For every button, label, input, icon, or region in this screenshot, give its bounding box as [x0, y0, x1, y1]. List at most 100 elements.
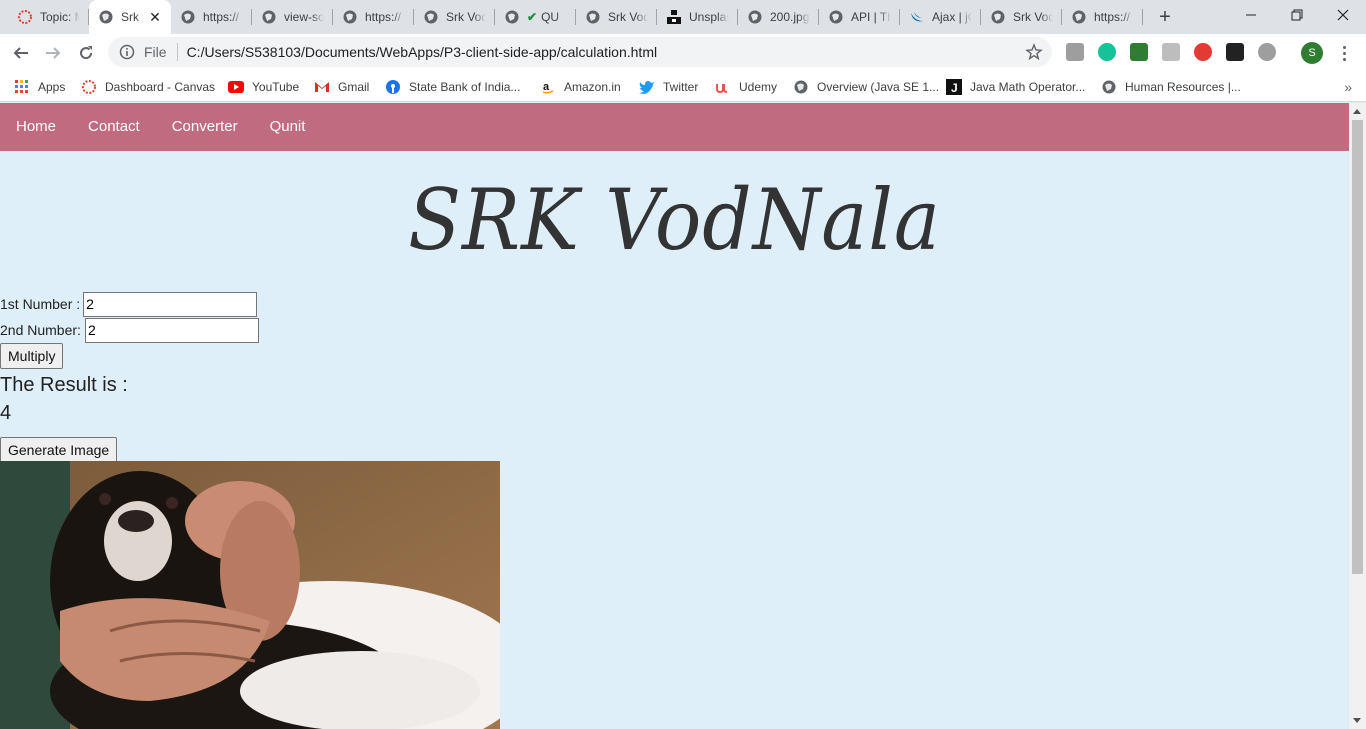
second-number-label: 2nd Number: — [0, 322, 81, 338]
page-scrollbar[interactable] — [1349, 103, 1366, 729]
url-scheme: File — [144, 44, 167, 60]
globe-icon — [585, 9, 601, 25]
tab-8[interactable]: Unsplas — [657, 0, 738, 34]
generate-image-button[interactable]: Generate Image — [0, 437, 118, 463]
bookmark-label: Gmail — [338, 80, 370, 94]
page-title: SRK VodNala — [408, 171, 941, 269]
canvas-icon — [17, 9, 33, 25]
tab-title: 200.jpg — [770, 10, 810, 24]
tab-0[interactable]: Topic: M — [8, 0, 89, 34]
tree-extension-icon[interactable] — [1130, 43, 1148, 61]
bookmark-sbi[interactable]: State Bank of India... — [385, 76, 520, 98]
bookmarks-bar: Apps Dashboard - Canvas YouTube Gmail St… — [0, 71, 1366, 102]
browser-toolbar: File C:/Users/S538103/Documents/WebApps/… — [0, 34, 1366, 71]
bookmark-label: YouTube — [252, 80, 300, 94]
scroll-up-arrow[interactable] — [1353, 109, 1361, 114]
nav-qunit[interactable]: Qunit — [254, 103, 322, 151]
profile-avatar[interactable]: S — [1301, 42, 1323, 64]
page-viewport: Home Contact Converter Qunit SRK VodNala… — [0, 103, 1349, 729]
tab-1[interactable]: Srk ✕ — [89, 0, 171, 34]
close-window-button[interactable] — [1320, 0, 1366, 30]
adblock-icon[interactable] — [1194, 43, 1212, 61]
bookmark-label: Human Resources |... — [1125, 80, 1241, 94]
tab-5[interactable]: Srk Vod — [414, 0, 495, 34]
pdf-extension-icon[interactable] — [1066, 43, 1084, 61]
bookmark-gmail[interactable]: Gmail — [314, 76, 369, 98]
minimize-button[interactable] — [1228, 0, 1274, 30]
tab-13[interactable]: https:// — [1062, 0, 1143, 34]
j-icon: J — [946, 79, 962, 95]
tab-title: QU — [541, 10, 560, 24]
globe-icon — [990, 9, 1006, 25]
nav-home[interactable]: Home — [0, 103, 72, 151]
apps-grid-icon — [14, 79, 30, 95]
tab-title: Srk — [121, 10, 139, 24]
bookmark-human-resources[interactable]: Human Resources |... — [1101, 76, 1241, 98]
bookmark-dashboard-canvas[interactable]: Dashboard - Canvas — [81, 76, 215, 98]
tab-7[interactable]: Srk Vod — [576, 0, 657, 34]
tab-title: Srk Vod — [1013, 10, 1053, 24]
globe-icon — [1071, 9, 1087, 25]
address-bar[interactable]: File C:/Users/S538103/Documents/WebApps/… — [108, 37, 1052, 67]
tab-title: Ajax | jC — [932, 10, 972, 24]
close-icon[interactable]: ✕ — [147, 9, 163, 25]
tab-6[interactable]: ✔ QU — [495, 0, 576, 34]
multiply-button[interactable]: Multiply — [0, 343, 64, 369]
bookmark-label: Apps — [38, 80, 66, 94]
tab-title: view-so — [284, 10, 324, 24]
tab-10[interactable]: API | Th — [819, 0, 900, 34]
bookmark-amazon[interactable]: a Amazon.in — [540, 76, 621, 98]
image-extension-icon[interactable] — [1162, 43, 1180, 61]
reload-button[interactable] — [72, 39, 100, 67]
tab-11[interactable]: Ajax | jC — [900, 0, 981, 34]
bookmark-label: Amazon.in — [564, 80, 621, 94]
globe-icon — [504, 9, 520, 25]
jquery-icon — [909, 9, 925, 25]
restore-button[interactable] — [1274, 0, 1320, 30]
forward-button[interactable] — [39, 39, 67, 67]
chevron-double-right-icon[interactable]: » — [1344, 79, 1352, 95]
bookmark-label: Java Math Operator... — [970, 80, 1086, 94]
info-icon — [119, 44, 135, 60]
bookmark-label: Dashboard - Canvas — [105, 80, 216, 94]
unsplash-icon — [666, 9, 682, 25]
new-tab-button[interactable]: + — [1153, 4, 1177, 30]
second-number-input[interactable] — [84, 317, 259, 343]
grammarly-icon[interactable] — [1098, 43, 1116, 61]
bookmark-java-math[interactable]: J Java Math Operator... — [946, 76, 1085, 98]
tab-title: Unsplas — [689, 10, 729, 24]
scroll-down-arrow[interactable] — [1353, 718, 1361, 723]
bookmark-label: State Bank of India... — [409, 80, 521, 94]
nav-converter[interactable]: Converter — [156, 103, 254, 151]
tab-4[interactable]: https:// — [333, 0, 414, 34]
nav-contact[interactable]: Contact — [72, 103, 156, 151]
bookmark-youtube[interactable]: YouTube — [228, 76, 299, 98]
bookmark-star-icon[interactable] — [1025, 43, 1043, 61]
kebab-menu-icon[interactable] — [1335, 42, 1353, 64]
back-button[interactable] — [7, 39, 35, 67]
tab-9[interactable]: 200.jpg — [738, 0, 819, 34]
globe-icon — [793, 79, 809, 95]
second-number-row: 2nd Number: — [0, 317, 259, 343]
tab-12[interactable]: Srk Vod — [981, 0, 1062, 34]
bookmark-java-overview[interactable]: Overview (Java SE 1... — [793, 76, 939, 98]
site-nav: Home Contact Converter Qunit — [0, 103, 1349, 151]
bookmark-apps[interactable]: Apps — [14, 76, 65, 98]
bookmark-udemy[interactable]: Udemy — [715, 76, 777, 98]
tab-title: Srk Vod — [446, 10, 486, 24]
tab-strip: Topic: M Srk ✕ https:// view-so https://… — [0, 0, 1366, 34]
tab-2[interactable]: https:// — [171, 0, 252, 34]
canvas-icon — [81, 79, 97, 95]
globe-icon — [342, 9, 358, 25]
scroll-thumb[interactable] — [1352, 120, 1363, 574]
bug-extension-icon[interactable] — [1258, 43, 1276, 61]
url-text[interactable]: C:/Users/S538103/Documents/WebApps/P3-cl… — [187, 44, 658, 60]
tab-3[interactable]: view-so — [252, 0, 333, 34]
twitter-icon — [639, 79, 655, 95]
globe-icon — [180, 9, 196, 25]
dark-extension-icon[interactable] — [1226, 43, 1244, 61]
gmail-icon — [314, 79, 330, 95]
globe-icon — [98, 9, 114, 25]
first-number-input[interactable] — [83, 291, 258, 317]
bookmark-twitter[interactable]: Twitter — [639, 76, 698, 98]
